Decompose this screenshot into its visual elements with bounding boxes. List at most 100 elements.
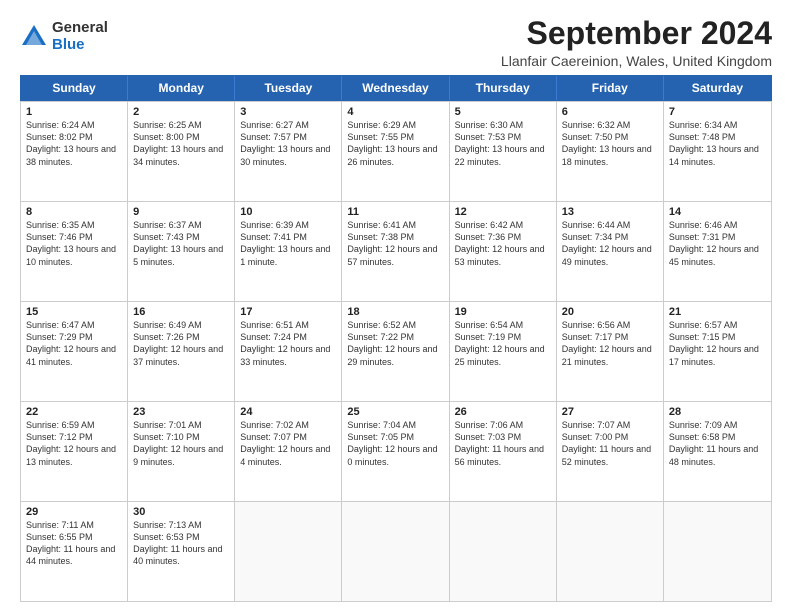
calendar-day-19: 19Sunrise: 6:54 AM Sunset: 7:19 PM Dayli…	[450, 302, 557, 401]
day-info: Sunrise: 6:44 AM Sunset: 7:34 PM Dayligh…	[562, 219, 658, 268]
calendar-empty-cell	[342, 502, 449, 601]
day-info: Sunrise: 7:11 AM Sunset: 6:55 PM Dayligh…	[26, 519, 122, 568]
calendar-day-3: 3Sunrise: 6:27 AM Sunset: 7:57 PM Daylig…	[235, 102, 342, 201]
day-number: 6	[562, 106, 658, 118]
day-info: Sunrise: 6:56 AM Sunset: 7:17 PM Dayligh…	[562, 319, 658, 368]
day-info: Sunrise: 6:39 AM Sunset: 7:41 PM Dayligh…	[240, 219, 336, 268]
calendar-day-8: 8Sunrise: 6:35 AM Sunset: 7:46 PM Daylig…	[21, 202, 128, 301]
day-info: Sunrise: 6:52 AM Sunset: 7:22 PM Dayligh…	[347, 319, 443, 368]
calendar-week-4: 22Sunrise: 6:59 AM Sunset: 7:12 PM Dayli…	[21, 401, 771, 501]
month-title: September 2024	[501, 16, 772, 51]
calendar-empty-cell	[450, 502, 557, 601]
calendar-day-9: 9Sunrise: 6:37 AM Sunset: 7:43 PM Daylig…	[128, 202, 235, 301]
header-day-wednesday: Wednesday	[342, 76, 449, 100]
day-number: 14	[669, 206, 766, 218]
calendar-day-20: 20Sunrise: 6:56 AM Sunset: 7:17 PM Dayli…	[557, 302, 664, 401]
day-info: Sunrise: 6:57 AM Sunset: 7:15 PM Dayligh…	[669, 319, 766, 368]
calendar-day-1: 1Sunrise: 6:24 AM Sunset: 8:02 PM Daylig…	[21, 102, 128, 201]
header-day-saturday: Saturday	[664, 76, 771, 100]
calendar: SundayMondayTuesdayWednesdayThursdayFrid…	[20, 75, 772, 602]
day-number: 27	[562, 406, 658, 418]
calendar-day-5: 5Sunrise: 6:30 AM Sunset: 7:53 PM Daylig…	[450, 102, 557, 201]
calendar-week-5: 29Sunrise: 7:11 AM Sunset: 6:55 PM Dayli…	[21, 501, 771, 601]
calendar-day-26: 26Sunrise: 7:06 AM Sunset: 7:03 PM Dayli…	[450, 402, 557, 501]
day-number: 12	[455, 206, 551, 218]
header-day-thursday: Thursday	[450, 76, 557, 100]
day-info: Sunrise: 7:06 AM Sunset: 7:03 PM Dayligh…	[455, 419, 551, 468]
day-info: Sunrise: 6:34 AM Sunset: 7:48 PM Dayligh…	[669, 119, 766, 168]
calendar-day-10: 10Sunrise: 6:39 AM Sunset: 7:41 PM Dayli…	[235, 202, 342, 301]
day-info: Sunrise: 6:41 AM Sunset: 7:38 PM Dayligh…	[347, 219, 443, 268]
day-info: Sunrise: 7:02 AM Sunset: 7:07 PM Dayligh…	[240, 419, 336, 468]
logo-text: General Blue	[52, 20, 108, 53]
logo: General Blue	[20, 20, 108, 53]
day-number: 5	[455, 106, 551, 118]
calendar-day-11: 11Sunrise: 6:41 AM Sunset: 7:38 PM Dayli…	[342, 202, 449, 301]
day-number: 18	[347, 306, 443, 318]
logo-general: General	[52, 20, 108, 37]
calendar-day-23: 23Sunrise: 7:01 AM Sunset: 7:10 PM Dayli…	[128, 402, 235, 501]
day-number: 11	[347, 206, 443, 218]
calendar-empty-cell	[235, 502, 342, 601]
day-number: 7	[669, 106, 766, 118]
calendar-header: SundayMondayTuesdayWednesdayThursdayFrid…	[20, 75, 772, 101]
day-info: Sunrise: 6:30 AM Sunset: 7:53 PM Dayligh…	[455, 119, 551, 168]
calendar-day-30: 30Sunrise: 7:13 AM Sunset: 6:53 PM Dayli…	[128, 502, 235, 601]
day-info: Sunrise: 6:29 AM Sunset: 7:55 PM Dayligh…	[347, 119, 443, 168]
day-info: Sunrise: 6:24 AM Sunset: 8:02 PM Dayligh…	[26, 119, 122, 168]
day-info: Sunrise: 7:13 AM Sunset: 6:53 PM Dayligh…	[133, 519, 229, 568]
logo-blue: Blue	[52, 37, 108, 54]
calendar-day-27: 27Sunrise: 7:07 AM Sunset: 7:00 PM Dayli…	[557, 402, 664, 501]
calendar-day-18: 18Sunrise: 6:52 AM Sunset: 7:22 PM Dayli…	[342, 302, 449, 401]
day-number: 25	[347, 406, 443, 418]
day-number: 10	[240, 206, 336, 218]
day-number: 9	[133, 206, 229, 218]
day-number: 28	[669, 406, 766, 418]
day-info: Sunrise: 6:32 AM Sunset: 7:50 PM Dayligh…	[562, 119, 658, 168]
calendar-empty-cell	[664, 502, 771, 601]
header-day-monday: Monday	[128, 76, 235, 100]
day-info: Sunrise: 6:51 AM Sunset: 7:24 PM Dayligh…	[240, 319, 336, 368]
calendar-day-4: 4Sunrise: 6:29 AM Sunset: 7:55 PM Daylig…	[342, 102, 449, 201]
day-number: 3	[240, 106, 336, 118]
calendar-day-14: 14Sunrise: 6:46 AM Sunset: 7:31 PM Dayli…	[664, 202, 771, 301]
calendar-week-1: 1Sunrise: 6:24 AM Sunset: 8:02 PM Daylig…	[21, 101, 771, 201]
calendar-day-29: 29Sunrise: 7:11 AM Sunset: 6:55 PM Dayli…	[21, 502, 128, 601]
day-number: 23	[133, 406, 229, 418]
day-info: Sunrise: 7:01 AM Sunset: 7:10 PM Dayligh…	[133, 419, 229, 468]
calendar-day-22: 22Sunrise: 6:59 AM Sunset: 7:12 PM Dayli…	[21, 402, 128, 501]
day-number: 13	[562, 206, 658, 218]
day-number: 29	[26, 506, 122, 518]
day-number: 22	[26, 406, 122, 418]
day-info: Sunrise: 6:27 AM Sunset: 7:57 PM Dayligh…	[240, 119, 336, 168]
day-number: 21	[669, 306, 766, 318]
day-number: 30	[133, 506, 229, 518]
day-info: Sunrise: 6:47 AM Sunset: 7:29 PM Dayligh…	[26, 319, 122, 368]
day-info: Sunrise: 6:54 AM Sunset: 7:19 PM Dayligh…	[455, 319, 551, 368]
day-info: Sunrise: 7:09 AM Sunset: 6:58 PM Dayligh…	[669, 419, 766, 468]
calendar-week-2: 8Sunrise: 6:35 AM Sunset: 7:46 PM Daylig…	[21, 201, 771, 301]
calendar-empty-cell	[557, 502, 664, 601]
calendar-day-28: 28Sunrise: 7:09 AM Sunset: 6:58 PM Dayli…	[664, 402, 771, 501]
header-day-friday: Friday	[557, 76, 664, 100]
day-info: Sunrise: 6:59 AM Sunset: 7:12 PM Dayligh…	[26, 419, 122, 468]
page: General Blue September 2024 Llanfair Cae…	[0, 0, 792, 612]
day-info: Sunrise: 6:35 AM Sunset: 7:46 PM Dayligh…	[26, 219, 122, 268]
day-number: 17	[240, 306, 336, 318]
day-number: 15	[26, 306, 122, 318]
calendar-day-15: 15Sunrise: 6:47 AM Sunset: 7:29 PM Dayli…	[21, 302, 128, 401]
header-day-tuesday: Tuesday	[235, 76, 342, 100]
calendar-day-21: 21Sunrise: 6:57 AM Sunset: 7:15 PM Dayli…	[664, 302, 771, 401]
calendar-day-25: 25Sunrise: 7:04 AM Sunset: 7:05 PM Dayli…	[342, 402, 449, 501]
calendar-day-16: 16Sunrise: 6:49 AM Sunset: 7:26 PM Dayli…	[128, 302, 235, 401]
day-number: 8	[26, 206, 122, 218]
day-info: Sunrise: 6:46 AM Sunset: 7:31 PM Dayligh…	[669, 219, 766, 268]
calendar-day-17: 17Sunrise: 6:51 AM Sunset: 7:24 PM Dayli…	[235, 302, 342, 401]
calendar-day-13: 13Sunrise: 6:44 AM Sunset: 7:34 PM Dayli…	[557, 202, 664, 301]
header: General Blue September 2024 Llanfair Cae…	[20, 16, 772, 69]
day-number: 19	[455, 306, 551, 318]
day-number: 26	[455, 406, 551, 418]
calendar-day-2: 2Sunrise: 6:25 AM Sunset: 8:00 PM Daylig…	[128, 102, 235, 201]
day-number: 2	[133, 106, 229, 118]
location: Llanfair Caereinion, Wales, United Kingd…	[501, 53, 772, 69]
